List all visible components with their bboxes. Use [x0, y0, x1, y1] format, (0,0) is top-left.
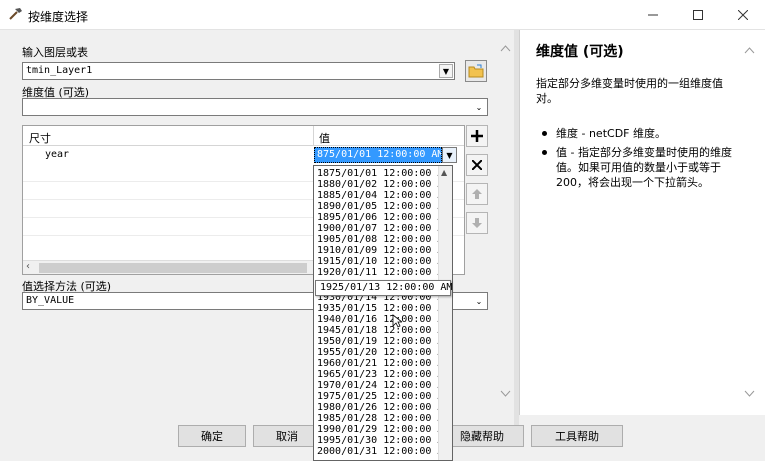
- move-down-button[interactable]: [466, 212, 488, 234]
- maximize-icon: [692, 10, 703, 20]
- list-item[interactable]: 1940/01/16 12:00:00 AM: [317, 315, 449, 325]
- delete-row-button[interactable]: [466, 154, 488, 176]
- list-item[interactable]: 1890/01/05 12:00:00 AM: [317, 202, 449, 212]
- list-item[interactable]: 1985/01/28 12:00:00 AM: [317, 414, 449, 424]
- hover-tooltip: 1925/01/13 12:00:00 AM: [315, 280, 452, 296]
- bullet-icon: [542, 150, 547, 155]
- list-item[interactable]: 1995/01/30 12:00:00 AM: [317, 436, 449, 446]
- list-item[interactable]: 1975/01/25 12:00:00 AM: [317, 392, 449, 402]
- list-item[interactable]: 1945/01/18 12:00:00 AM: [317, 326, 449, 336]
- list-item[interactable]: 1895/01/06 12:00:00 AM: [317, 213, 449, 223]
- list-item[interactable]: 2000/01/31 12:00:00 AM: [317, 447, 449, 457]
- close-icon: [737, 10, 748, 20]
- chevron-down-icon[interactable]: [500, 390, 511, 398]
- arrow-up-icon: [472, 189, 482, 199]
- list-item[interactable]: 1980/01/26 12:00:00 AM: [317, 403, 449, 413]
- column-header-dimension: 尺寸: [29, 132, 51, 145]
- chevron-down-icon[interactable]: ▼: [439, 64, 453, 78]
- browse-button[interactable]: [465, 60, 487, 82]
- help-bullet-list: 维度 - netCDF 维度。 值 - 指定部分多维变量时使用的维度值。如果可用…: [542, 126, 741, 194]
- list-item[interactable]: 1950/01/19 12:00:00 AM: [317, 337, 449, 347]
- list-item[interactable]: 1935/01/15 12:00:00 AM: [317, 304, 449, 314]
- list-item[interactable]: 1920/01/11 12:00:00 AM: [317, 268, 449, 278]
- open-folder-icon: [468, 64, 484, 78]
- hammer-icon: [9, 8, 22, 20]
- dropdown-scrollbar[interactable]: ▲: [438, 166, 452, 460]
- list-item: 维度 - netCDF 维度。: [542, 126, 741, 141]
- maximize-button[interactable]: [675, 0, 720, 30]
- x-icon: [472, 160, 482, 170]
- grid-horizontal-scrollbar[interactable]: ‹: [23, 260, 314, 274]
- chevron-down-icon[interactable]: ⌄: [472, 100, 486, 114]
- table-row[interactable]: year 875/01/01 12:00:00 AM ▼: [23, 147, 464, 164]
- arrow-down-icon: [472, 218, 482, 228]
- chevron-down-icon[interactable]: [744, 390, 755, 398]
- title-bar: 按维度选择: [0, 0, 765, 30]
- cancel-button[interactable]: 取消: [253, 425, 321, 447]
- bullet-icon: [542, 131, 547, 136]
- help-description: 指定部分多维变量时使用的一组维度值对。: [536, 77, 723, 105]
- grid-header: 尺寸 值: [23, 126, 464, 146]
- chevron-up-icon[interactable]: ▲: [441, 168, 447, 177]
- row-value-cell[interactable]: 875/01/01 12:00:00 AM: [314, 147, 442, 163]
- list-item[interactable]: 1875/01/01 12:00:00 AM: [317, 169, 449, 179]
- list-item[interactable]: 1880/01/02 12:00:00 AM: [317, 180, 449, 190]
- help-title: 维度值 (可选): [536, 44, 624, 60]
- list-item[interactable]: 1955/01/20 12:00:00 AM: [317, 348, 449, 358]
- list-item[interactable]: 1905/01/08 12:00:00 AM: [317, 235, 449, 245]
- column-separator: [313, 126, 314, 146]
- list-item[interactable]: 1910/01/09 12:00:00 AM: [317, 246, 449, 256]
- help-bullet-text: 值 - 指定部分多维变量时使用的维度值。如果可用值的数量小于或等于 200，将会…: [556, 146, 732, 189]
- list-item[interactable]: 1915/01/10 12:00:00 AM: [317, 257, 449, 267]
- help-bullet-text: 维度 - netCDF 维度。: [556, 127, 666, 140]
- move-up-button[interactable]: [466, 183, 488, 205]
- input-layer-label: 输入图层或表: [22, 46, 88, 59]
- list-item[interactable]: 1965/01/23 12:00:00 AM: [317, 370, 449, 380]
- list-item[interactable]: 1970/01/24 12:00:00 AM: [317, 381, 449, 391]
- list-item[interactable]: 1900/01/07 12:00:00 AM: [317, 224, 449, 234]
- column-header-value: 值: [319, 132, 330, 145]
- chevron-down-icon[interactable]: ⌄: [472, 294, 486, 308]
- minimize-icon: [647, 14, 658, 16]
- list-item[interactable]: 1960/01/21 12:00:00 AM: [317, 359, 449, 369]
- chevron-up-icon[interactable]: [744, 46, 755, 54]
- add-row-button[interactable]: [466, 125, 488, 147]
- list-item: 值 - 指定部分多维变量时使用的维度值。如果可用值的数量小于或等于 200，将会…: [542, 145, 741, 190]
- ok-button[interactable]: 确定: [178, 425, 246, 447]
- value-dropdown-list[interactable]: 1875/01/01 12:00:00 AM 1880/01/02 12:00:…: [313, 165, 453, 461]
- mouse-cursor-icon: [392, 314, 402, 328]
- scrollbar-thumb[interactable]: [39, 263, 307, 273]
- help-pane: 维度值 (可选) 指定部分多维变量时使用的一组维度值对。 维度 - netCDF…: [519, 30, 765, 415]
- chevron-down-icon[interactable]: ▼: [442, 147, 457, 163]
- chevron-up-icon[interactable]: [500, 44, 511, 52]
- method-value: BY_VALUE: [26, 295, 75, 306]
- dim-values-combo[interactable]: ⌄: [22, 98, 488, 116]
- minimize-button[interactable]: [630, 0, 675, 30]
- input-layer-combo[interactable]: tmin_Layer1 ▼: [22, 62, 455, 80]
- close-button[interactable]: [720, 0, 765, 30]
- window-title: 按维度选择: [28, 10, 89, 24]
- plus-icon: [471, 130, 483, 142]
- tool-help-button[interactable]: 工具帮助: [531, 425, 623, 447]
- list-item[interactable]: 1885/01/04 12:00:00 AM: [317, 191, 449, 201]
- row-dimension: year: [45, 149, 70, 160]
- parameters-scrollbar[interactable]: [497, 30, 514, 410]
- input-layer-value: tmin_Layer1: [26, 65, 93, 76]
- chevron-left-icon[interactable]: ‹: [26, 261, 30, 272]
- list-item[interactable]: 1990/01/29 12:00:00 AM: [317, 425, 449, 435]
